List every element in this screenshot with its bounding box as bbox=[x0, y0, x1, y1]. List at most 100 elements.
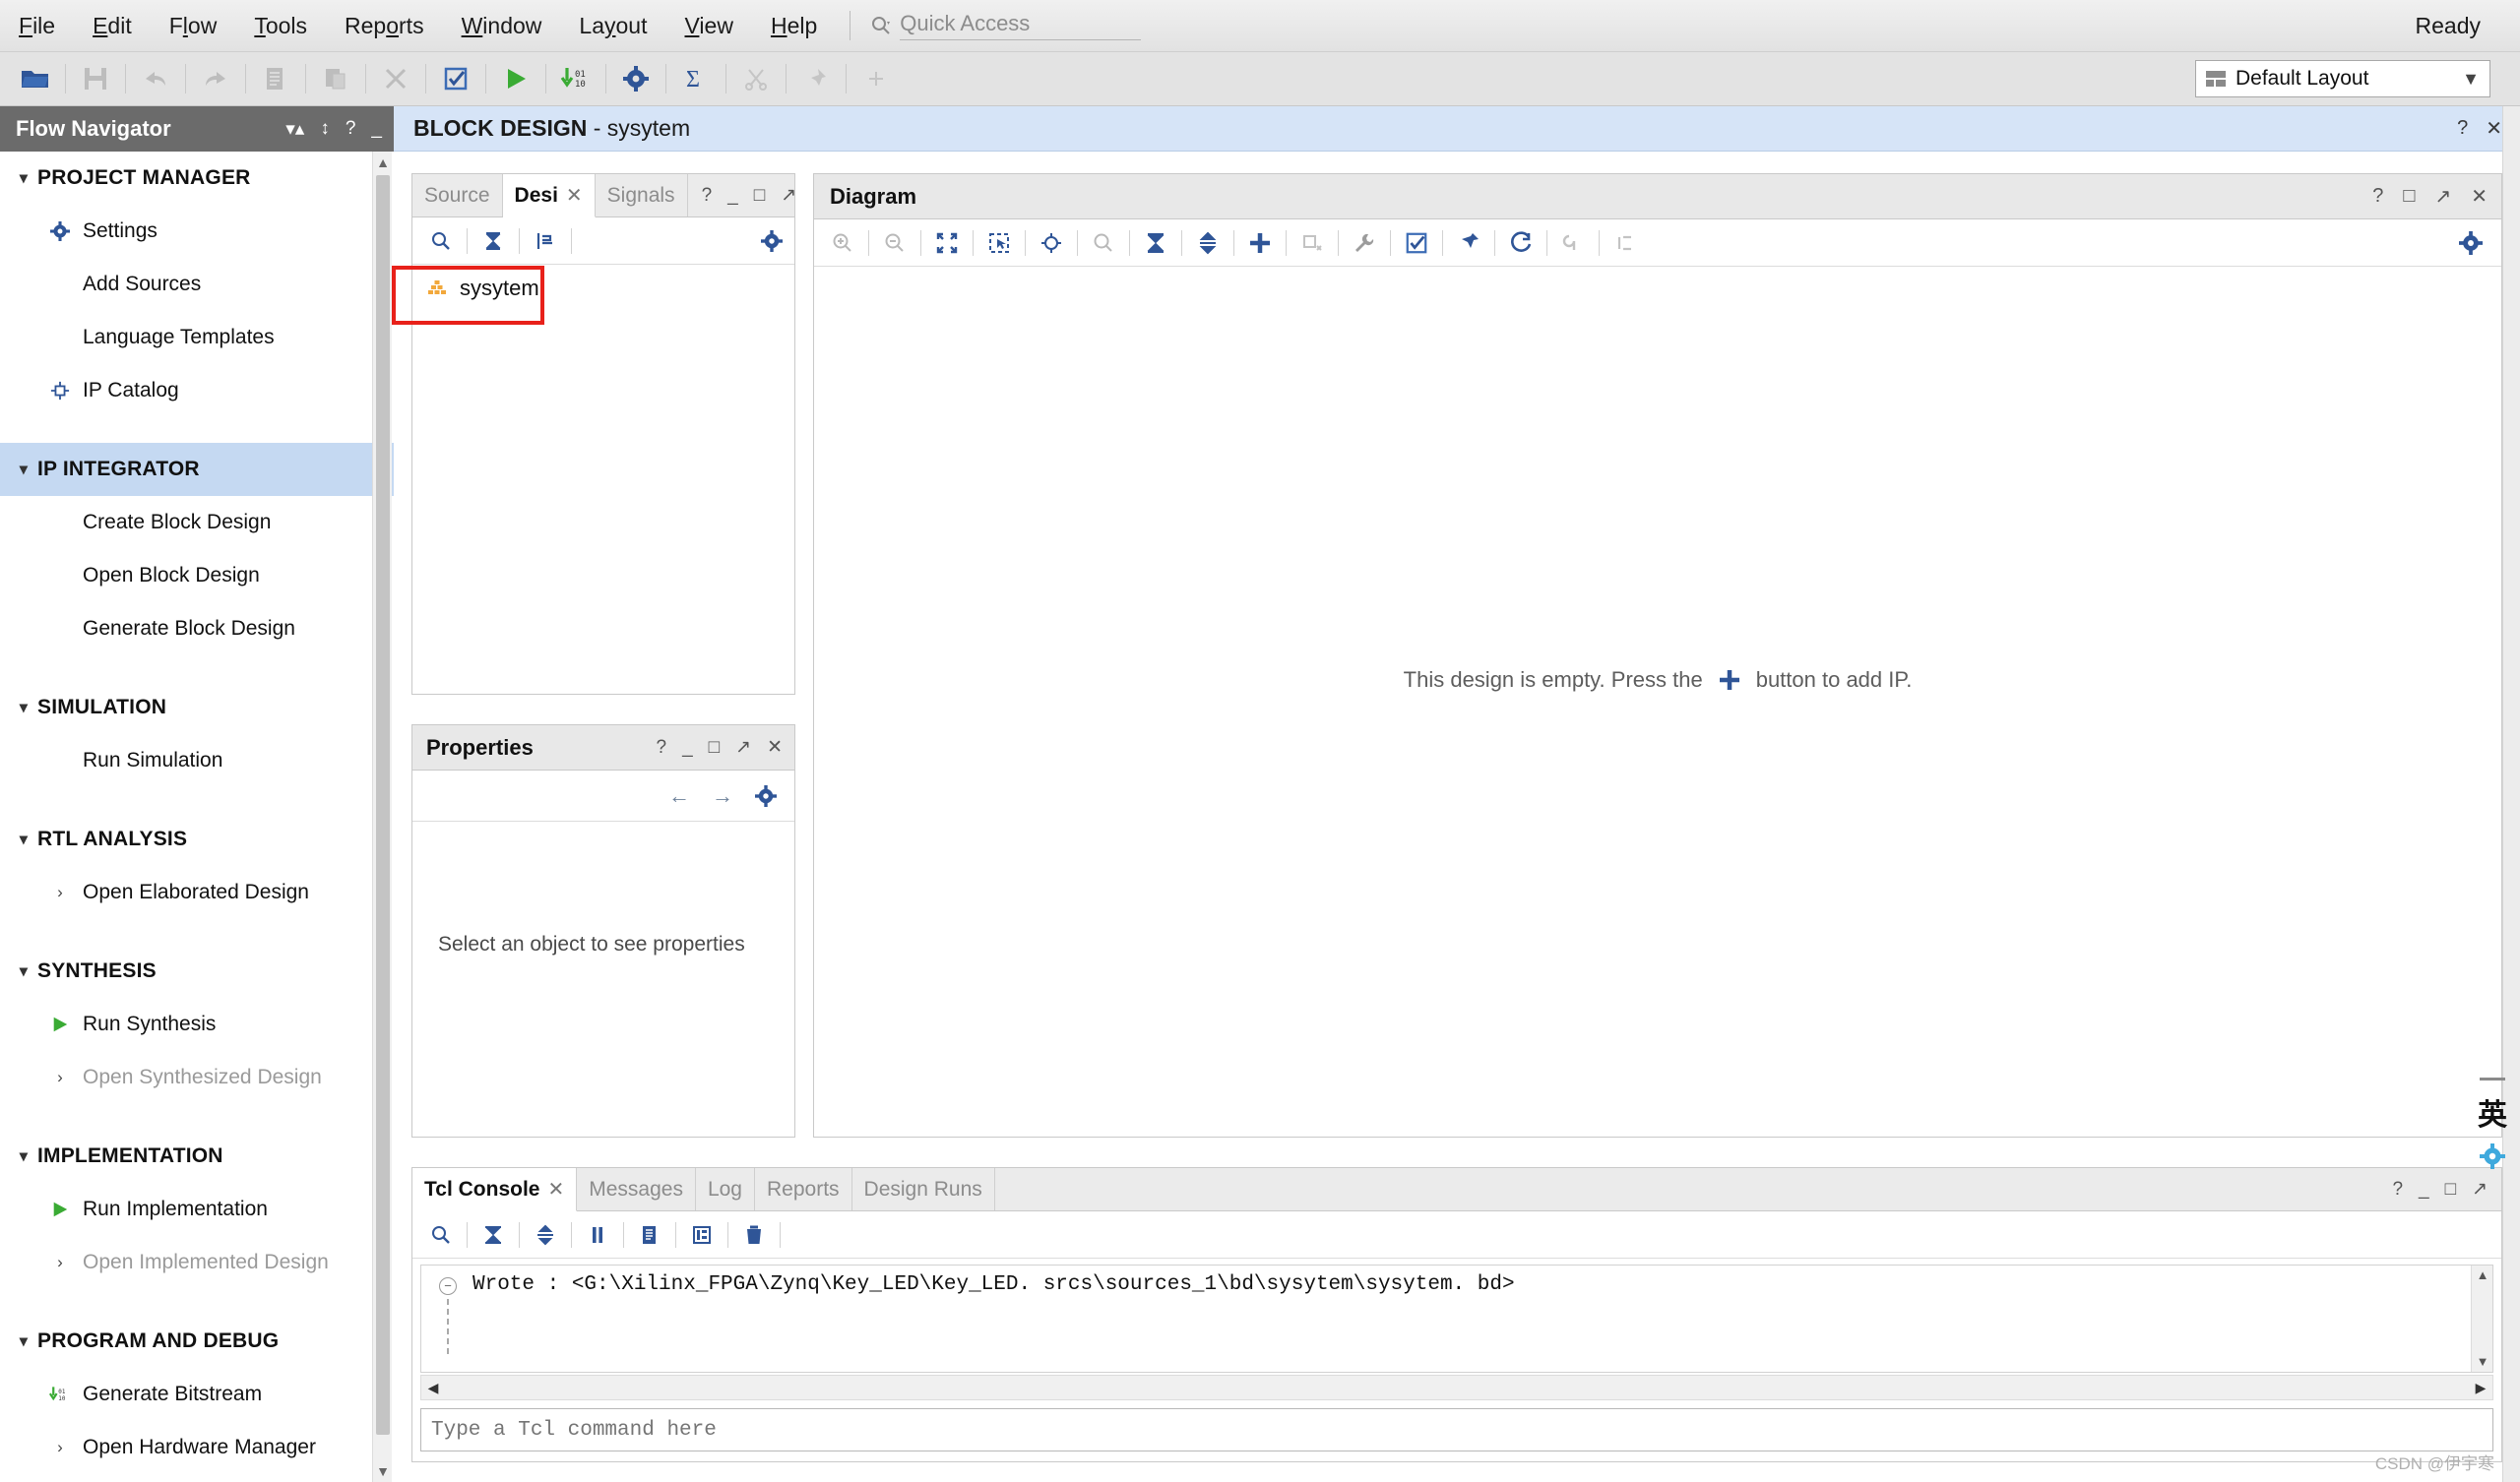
scroll-down-icon[interactable]: ▼ bbox=[2472, 1352, 2493, 1372]
menu-item-layout[interactable]: Layout bbox=[560, 0, 665, 52]
gear-icon[interactable] bbox=[749, 221, 794, 261]
help-icon[interactable]: ? bbox=[2392, 1179, 2403, 1201]
gear-icon[interactable] bbox=[755, 785, 777, 807]
maximize-icon[interactable]: □ bbox=[2403, 185, 2415, 208]
tcl-console-output[interactable]: − Wrote : <G:\Xilinx_FPGA\Zynq\Key_LED\K… bbox=[420, 1265, 2493, 1373]
close-icon[interactable]: ✕ bbox=[2471, 184, 2488, 209]
menu-item-help[interactable]: Help bbox=[752, 0, 836, 52]
tab-tcl-console[interactable]: Tcl Console ✕ bbox=[412, 1168, 577, 1211]
tcl-output-hscrollbar[interactable]: ◀ ▶ bbox=[420, 1375, 2493, 1400]
close-icon[interactable]: ✕ bbox=[767, 736, 783, 759]
redo-layout-icon[interactable] bbox=[1603, 223, 1648, 263]
run-button[interactable] bbox=[490, 56, 541, 101]
ime-indicator[interactable]: 英 bbox=[2471, 1078, 2514, 1169]
sidebar-item-run-simulation[interactable]: Run Simulation bbox=[0, 734, 394, 787]
collapse-all-icon[interactable] bbox=[471, 221, 516, 261]
maximize-icon[interactable]: □ bbox=[2445, 1179, 2456, 1201]
tab-log[interactable]: Log bbox=[696, 1168, 755, 1210]
menu-item-view[interactable]: View bbox=[665, 0, 751, 52]
sidebar-item-ip-catalog[interactable]: IP Catalog bbox=[0, 364, 394, 417]
minimize-icon[interactable]: _ bbox=[727, 185, 738, 207]
scroll-up-icon[interactable]: ▲ bbox=[2472, 1266, 2493, 1285]
sidebar-item-open-elaborated-design[interactable]: › Open Elaborated Design bbox=[0, 866, 394, 919]
tcl-command-input-wrapper[interactable] bbox=[420, 1408, 2493, 1451]
clear-icon[interactable] bbox=[731, 1215, 777, 1255]
sidebar-section-program-and-debug[interactable]: ▾ PROGRAM AND DEBUG bbox=[0, 1315, 394, 1368]
minimize-icon[interactable]: _ bbox=[371, 118, 382, 140]
forward-arrow-icon[interactable]: → bbox=[712, 783, 733, 809]
scroll-lock-icon[interactable] bbox=[679, 1215, 724, 1255]
help-icon[interactable]: ? bbox=[702, 185, 713, 207]
paste-button[interactable] bbox=[310, 56, 361, 101]
sidebar-section-synthesis[interactable]: ▾ SYNTHESIS bbox=[0, 945, 394, 998]
sidebar-item-create-block-design[interactable]: Create Block Design bbox=[0, 496, 394, 549]
generate-bitstream-button[interactable]: 01 10 bbox=[550, 56, 601, 101]
maximize-icon[interactable]: □ bbox=[754, 185, 765, 207]
zoom-out-icon[interactable] bbox=[872, 223, 917, 263]
tab-signals[interactable]: Signals bbox=[596, 174, 688, 216]
sidebar-item-open-hardware-manager[interactable]: › Open Hardware Manager bbox=[0, 1421, 394, 1474]
right-edge-scroll-rail[interactable] bbox=[2502, 106, 2520, 1482]
search-icon[interactable] bbox=[1081, 223, 1126, 263]
tcl-output-scrollbar[interactable]: ▲ ▼ bbox=[2471, 1266, 2492, 1372]
sidebar-item-generate-block-design[interactable]: Generate Block Design bbox=[0, 602, 394, 655]
minimize-icon[interactable]: _ bbox=[2419, 1179, 2429, 1201]
menu-item-window[interactable]: Window bbox=[443, 0, 561, 52]
validate-design-icon[interactable] bbox=[1394, 223, 1439, 263]
help-icon[interactable]: ? bbox=[657, 737, 667, 759]
run-connection-automation-icon[interactable] bbox=[1342, 223, 1387, 263]
flow-navigator-scrollbar[interactable]: ▲ ▼ bbox=[372, 152, 392, 1482]
close-icon[interactable]: ✕ bbox=[547, 1177, 564, 1202]
sidebar-section-simulation[interactable]: ▾ SIMULATION bbox=[0, 681, 394, 734]
pin-button[interactable] bbox=[790, 56, 842, 101]
pause-icon[interactable] bbox=[575, 1215, 620, 1255]
sidebar-item-open-block-design[interactable]: Open Block Design bbox=[0, 549, 394, 602]
float-icon[interactable]: ↗ bbox=[2472, 1178, 2488, 1201]
tab-messages[interactable]: Messages bbox=[577, 1168, 696, 1210]
menu-item-edit[interactable]: Edit bbox=[74, 0, 151, 52]
menu-item-flow[interactable]: Flow bbox=[151, 0, 236, 52]
sidebar-item-open-synthesized-design[interactable]: › Open Synthesized Design bbox=[0, 1051, 394, 1104]
menu-item-reports[interactable]: Reports bbox=[326, 0, 443, 52]
collapse-all-icon[interactable]: ▾▴ bbox=[285, 118, 304, 141]
undo-button[interactable] bbox=[130, 56, 181, 101]
collapse-all-icon[interactable] bbox=[471, 1215, 516, 1255]
fold-toggle-icon[interactable]: − bbox=[439, 1277, 457, 1295]
back-arrow-icon[interactable]: ← bbox=[668, 783, 690, 809]
layout-dropdown[interactable]: Default Layout ▼ bbox=[2195, 60, 2490, 97]
menu-item-tools[interactable]: Tools bbox=[235, 0, 326, 52]
search-icon[interactable] bbox=[418, 221, 464, 261]
ime-settings-icon[interactable] bbox=[2480, 1143, 2505, 1169]
scroll-up-icon[interactable]: ▲ bbox=[373, 152, 393, 173]
sidebar-item-run-synthesis[interactable]: Run Synthesis bbox=[0, 998, 394, 1051]
fit-screen-icon[interactable] bbox=[924, 223, 970, 263]
sidebar-section-rtl-analysis[interactable]: ▾ RTL ANALYSIS bbox=[0, 813, 394, 866]
add-module-icon[interactable] bbox=[1290, 223, 1335, 263]
zoom-area-icon[interactable] bbox=[976, 223, 1022, 263]
sidebar-item-language-templates[interactable]: Language Templates bbox=[0, 311, 394, 364]
sidebar-item-settings[interactable]: Settings bbox=[0, 205, 394, 258]
unpin-button[interactable] bbox=[850, 56, 902, 101]
add-ip-icon[interactable] bbox=[1237, 223, 1283, 263]
sidebar-item-open-implemented-design[interactable]: › Open Implemented Design bbox=[0, 1236, 394, 1289]
sidebar-section-implementation[interactable]: ▾ IMPLEMENTATION bbox=[0, 1130, 394, 1183]
maximize-icon[interactable]: □ bbox=[709, 737, 720, 759]
report-utilization-button[interactable]: Σ bbox=[670, 56, 722, 101]
float-icon[interactable]: ↗ bbox=[735, 736, 751, 759]
scroll-right-icon[interactable]: ▶ bbox=[2469, 1376, 2492, 1399]
gear-icon[interactable] bbox=[2456, 223, 2501, 263]
sidebar-section-project-manager[interactable]: ▾ PROJECT MANAGER bbox=[0, 152, 394, 205]
search-icon[interactable] bbox=[418, 1215, 464, 1255]
scroll-left-icon[interactable]: ◀ bbox=[421, 1376, 445, 1399]
sidebar-item-generate-bitstream[interactable]: 01 10 Generate Bitstream bbox=[0, 1368, 394, 1421]
zoom-in-icon[interactable] bbox=[820, 223, 865, 263]
zoom-target-icon[interactable] bbox=[1029, 223, 1074, 263]
tab-source[interactable]: Source bbox=[412, 174, 503, 216]
menu-item-file[interactable]: File bbox=[0, 0, 74, 52]
sidebar-item-add-sources[interactable]: Add Sources bbox=[0, 258, 394, 311]
quick-access-input[interactable] bbox=[900, 11, 1141, 40]
undo-layout-icon[interactable] bbox=[1550, 223, 1596, 263]
close-icon[interactable]: ✕ bbox=[566, 183, 583, 208]
settings-button[interactable] bbox=[610, 56, 662, 101]
help-icon[interactable]: ? bbox=[2457, 117, 2468, 140]
